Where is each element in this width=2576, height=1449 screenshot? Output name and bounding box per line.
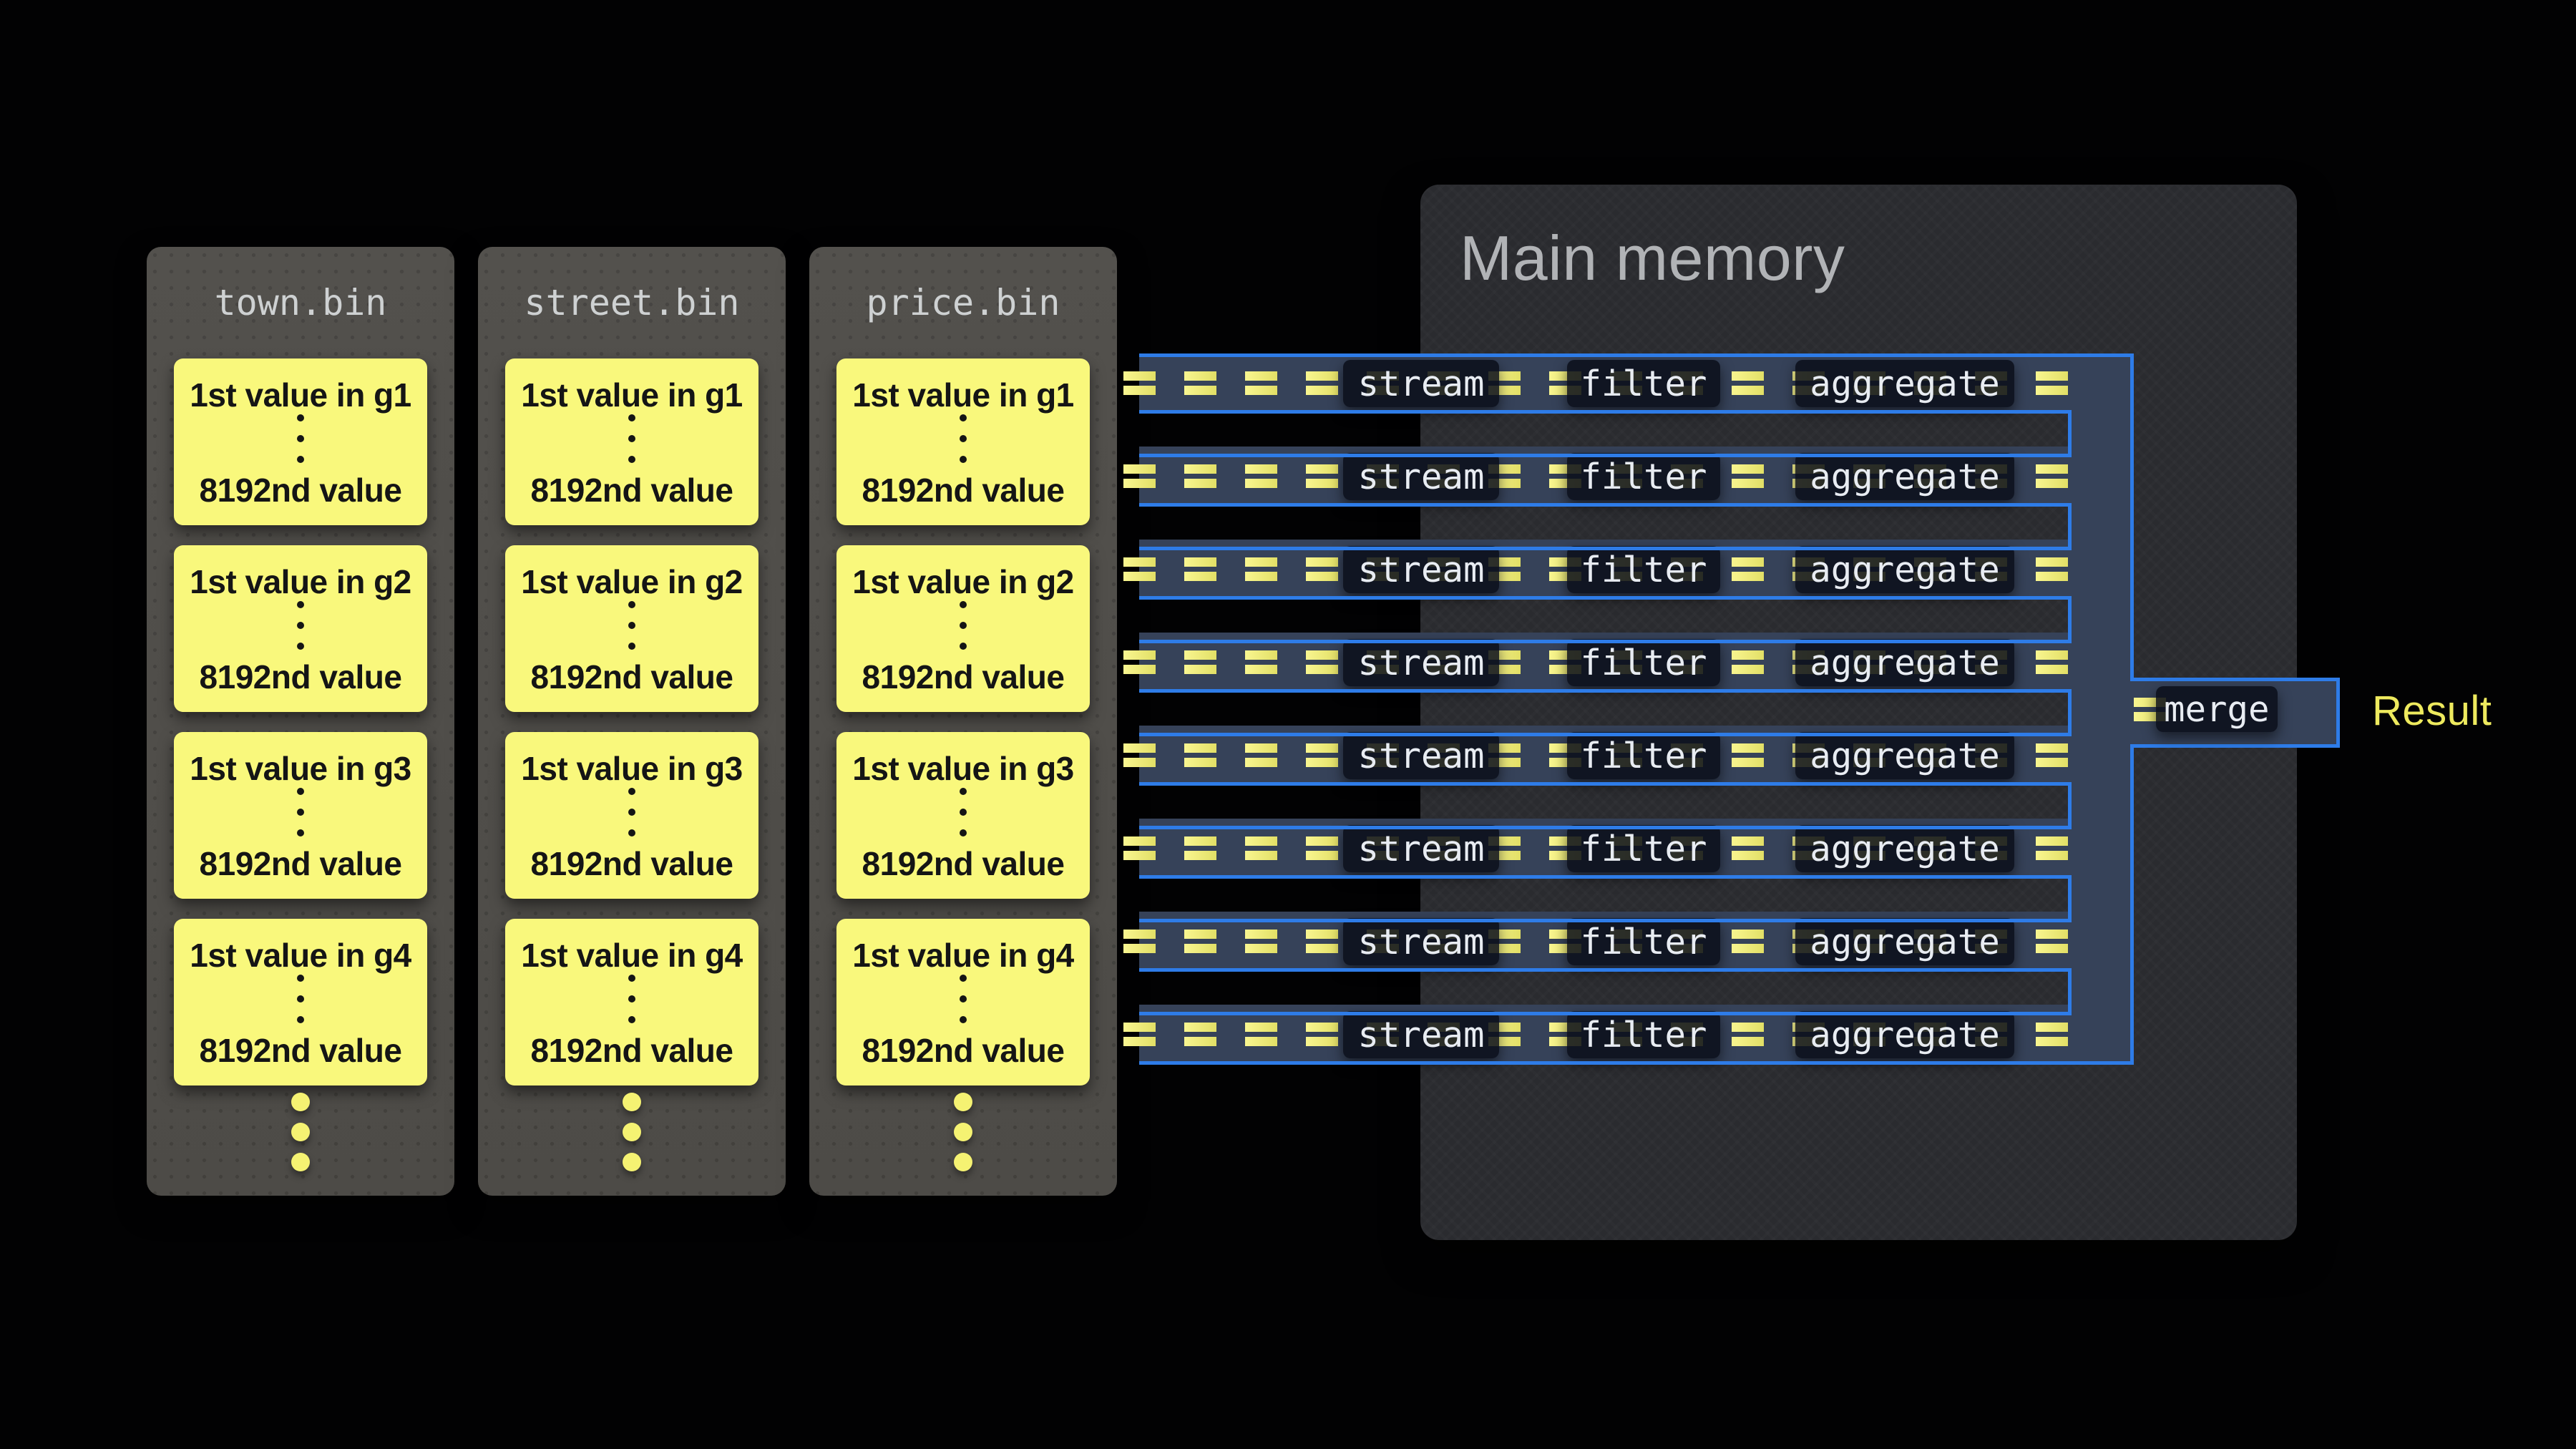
aggregate-stage-box: aggregate bbox=[1795, 360, 2014, 407]
stream-stage-box: stream bbox=[1343, 825, 1499, 872]
merge-operator-box: merge bbox=[2156, 686, 2278, 732]
data-flow-dash-icon bbox=[2036, 1023, 2068, 1046]
data-flow-dash-icon bbox=[1306, 557, 1338, 581]
data-flow-dash-icon bbox=[1306, 1023, 1338, 1046]
pipeline-outline-right-upper bbox=[2130, 353, 2134, 678]
data-flow-dash-icon bbox=[1306, 464, 1338, 488]
pipeline-row: stream filter aggregate bbox=[1139, 353, 2130, 414]
pipeline-outline-bottom bbox=[1139, 1061, 2134, 1065]
pipeline-row-gap bbox=[1139, 503, 2072, 550]
data-flow-dash-icon bbox=[2036, 557, 2068, 581]
data-flow-dash-icon bbox=[1732, 464, 1764, 488]
aggregate-stage-box: aggregate bbox=[1795, 732, 2014, 779]
data-flow-dash-icon bbox=[1245, 836, 1277, 860]
data-flow-dash-icon bbox=[1184, 743, 1216, 767]
filter-stage-box: filter bbox=[1567, 639, 1720, 686]
pipeline-row-gap bbox=[1139, 968, 2072, 1015]
data-flow-dash-icon bbox=[1732, 650, 1764, 674]
data-flow-dash-icon bbox=[1245, 371, 1277, 395]
data-flow-dash-icon bbox=[1732, 930, 1764, 953]
data-flow-dash-icon bbox=[1184, 836, 1216, 860]
data-flow-dash-icon bbox=[1245, 1023, 1277, 1046]
data-flow-dash-icon bbox=[1732, 371, 1764, 395]
pipeline-row-gap bbox=[1139, 596, 2072, 643]
aggregate-stage-box: aggregate bbox=[1795, 639, 2014, 686]
data-flow-dash-icon bbox=[1123, 930, 1156, 953]
filter-stage-box: filter bbox=[1567, 732, 1720, 779]
pipeline-outline-right-lower bbox=[2130, 741, 2134, 1065]
stream-stage-box: stream bbox=[1343, 453, 1499, 500]
data-flow-dash-icon bbox=[1245, 650, 1277, 674]
data-flow-dash-icon bbox=[1732, 743, 1764, 767]
pipeline-row-gap bbox=[1139, 875, 2072, 922]
stream-stage-box: stream bbox=[1343, 1011, 1499, 1058]
data-flow-dash-icon bbox=[1184, 464, 1216, 488]
aggregate-stage-box: aggregate bbox=[1795, 1011, 2014, 1058]
data-flow-dash-icon bbox=[2036, 836, 2068, 860]
data-flow-dash-icon bbox=[1123, 836, 1156, 860]
data-flow-dash-icon bbox=[1184, 371, 1216, 395]
pipeline-layer: stream filter aggregate stream filter ag… bbox=[0, 0, 2576, 1449]
data-flow-dash-icon bbox=[1123, 464, 1156, 488]
result-label: Result bbox=[2372, 687, 2492, 735]
pipeline-row-gap bbox=[1139, 689, 2072, 736]
data-flow-dash-icon bbox=[1184, 1023, 1216, 1046]
data-flow-dash-icon bbox=[1123, 743, 1156, 767]
data-flow-dash-icon bbox=[1123, 557, 1156, 581]
pipeline-outline-top bbox=[1139, 353, 2134, 357]
pipeline-row-gap bbox=[1139, 410, 2072, 457]
data-flow-dash-icon bbox=[1123, 371, 1156, 395]
data-flow-dash-icon bbox=[1184, 650, 1216, 674]
merge-channel: merge bbox=[2130, 678, 2340, 748]
data-flow-dash-icon bbox=[1732, 557, 1764, 581]
data-flow-dash-icon bbox=[1306, 930, 1338, 953]
stream-stage-box: stream bbox=[1343, 732, 1499, 779]
filter-stage-box: filter bbox=[1567, 546, 1720, 593]
data-flow-dash-icon bbox=[1245, 930, 1277, 953]
stream-stage-box: stream bbox=[1343, 360, 1499, 407]
stream-stage-box: stream bbox=[1343, 918, 1499, 965]
filter-stage-box: filter bbox=[1567, 360, 1720, 407]
data-flow-dash-icon bbox=[1184, 930, 1216, 953]
filter-stage-box: filter bbox=[1567, 825, 1720, 872]
data-flow-dash-icon bbox=[1123, 1023, 1156, 1046]
data-flow-dash-icon bbox=[1732, 836, 1764, 860]
stream-stage-box: stream bbox=[1343, 546, 1499, 593]
data-flow-dash-icon bbox=[2036, 464, 2068, 488]
data-flow-dash-icon bbox=[2036, 930, 2068, 953]
aggregate-stage-box: aggregate bbox=[1795, 918, 2014, 965]
stream-stage-box: stream bbox=[1343, 639, 1499, 686]
diagram-stage: town.bin 1st value in g1 8192nd value 1s… bbox=[0, 0, 2576, 1449]
filter-stage-box: filter bbox=[1567, 1011, 1720, 1058]
data-flow-dash-icon bbox=[1306, 743, 1338, 767]
data-flow-dash-icon bbox=[1245, 464, 1277, 488]
data-flow-dash-icon bbox=[1184, 557, 1216, 581]
data-flow-dash-icon bbox=[2036, 371, 2068, 395]
data-flow-dash-icon bbox=[1306, 650, 1338, 674]
pipeline-row-gap bbox=[1139, 782, 2072, 829]
aggregate-stage-box: aggregate bbox=[1795, 546, 2014, 593]
aggregate-stage-box: aggregate bbox=[1795, 453, 2014, 500]
data-flow-dash-icon bbox=[1732, 1023, 1764, 1046]
data-flow-dash-icon bbox=[1123, 650, 1156, 674]
filter-stage-box: filter bbox=[1567, 453, 1720, 500]
data-flow-dash-icon bbox=[2036, 650, 2068, 674]
filter-stage-box: filter bbox=[1567, 918, 1720, 965]
data-flow-dash-icon bbox=[1306, 836, 1338, 860]
data-flow-dash-icon bbox=[2036, 743, 2068, 767]
data-flow-dash-icon bbox=[1306, 371, 1338, 395]
aggregate-stage-box: aggregate bbox=[1795, 825, 2014, 872]
data-flow-dash-icon bbox=[1245, 557, 1277, 581]
data-flow-dash-icon bbox=[1245, 743, 1277, 767]
